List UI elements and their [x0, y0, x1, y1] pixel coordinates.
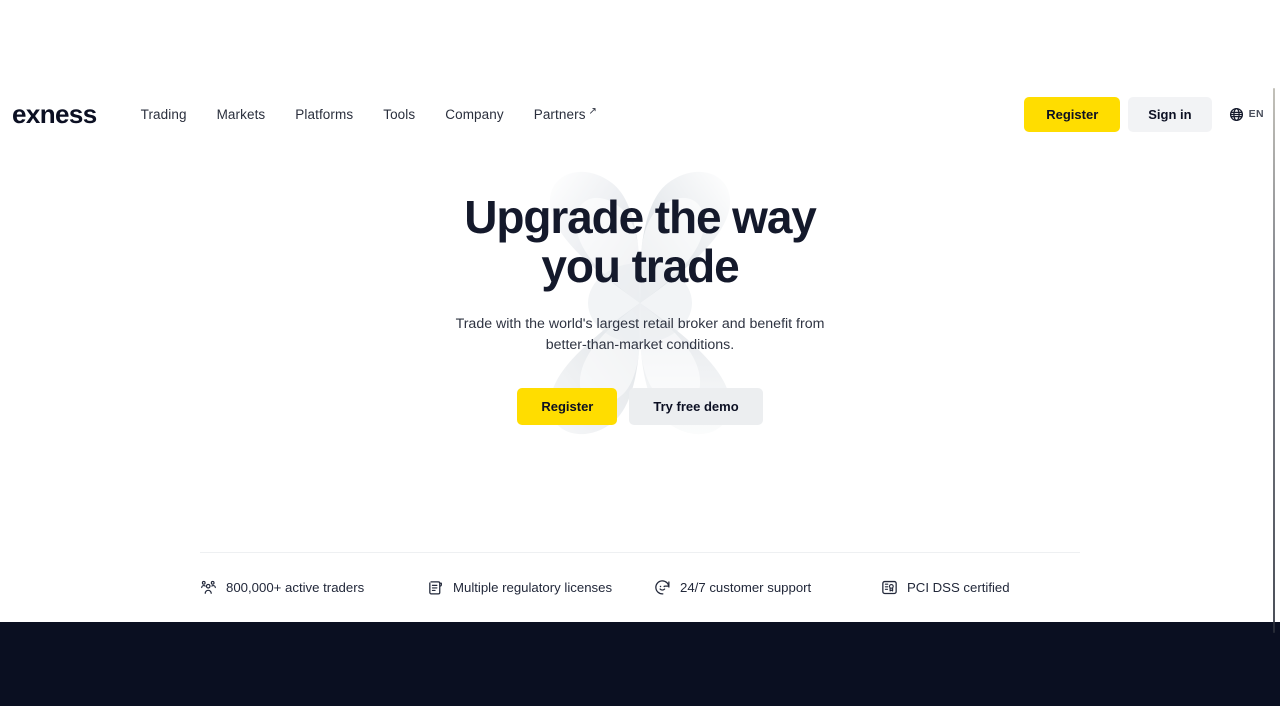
nav-item-partners[interactable]: Partners ↗ [533, 105, 598, 122]
hero-register-button[interactable]: Register [517, 387, 618, 425]
feature-label: 800,000+ active traders [226, 580, 365, 595]
nav-label: Tools [383, 106, 416, 122]
exness-logo[interactable]: exness [12, 101, 97, 127]
hero-cta-group: Register Try free demo [0, 387, 1280, 425]
pci-certificate-icon [882, 580, 897, 595]
site-header: exness Trading Markets Platforms Tools C… [0, 85, 1280, 143]
hero-try-free-demo-button[interactable]: Try free demo [629, 387, 763, 425]
feature-label: Multiple regulatory licenses [453, 580, 613, 595]
nav-label: Company [445, 106, 504, 122]
nav-item-platforms[interactable]: Platforms [295, 107, 353, 122]
dark-section-band [0, 622, 1280, 706]
language-selector[interactable]: EN [1229, 107, 1264, 122]
feature-active-traders: 800,000+ active traders [200, 579, 427, 596]
feature-customer-support: 24/7 customer support [654, 579, 881, 596]
globe-icon [1229, 107, 1243, 121]
trust-features-section: 800,000+ active traders Multiple regulat… [0, 552, 1280, 622]
support-smiley-clock-icon [655, 580, 670, 595]
nav-item-trading[interactable]: Trading [141, 107, 187, 122]
nav-label: Platforms [295, 106, 354, 122]
page-scrollbar-thumb[interactable] [1273, 88, 1275, 633]
feature-label: PCI DSS certified [907, 580, 1010, 595]
hero-title: Upgrade the way you trade [360, 191, 920, 293]
header-register-button[interactable]: Register [1024, 96, 1121, 132]
features-list: 800,000+ active traders Multiple regulat… [200, 553, 1080, 622]
primary-nav: Trading Markets Platforms Tools Company … [141, 105, 598, 122]
hero-subtitle: Trade with the world's largest retail br… [455, 316, 825, 353]
external-link-arrow-icon: ↗ [588, 105, 598, 117]
feature-regulatory-licenses: Multiple regulatory licenses [427, 579, 654, 596]
nav-item-tools[interactable]: Tools [383, 107, 415, 122]
nav-label: Trading [140, 106, 187, 122]
hero-content: Upgrade the way you trade Trade with the… [0, 143, 1280, 425]
people-group-icon [201, 580, 216, 594]
nav-item-company[interactable]: Company [445, 107, 503, 122]
hero-section: Upgrade the way you trade Trade with the… [0, 143, 1280, 552]
language-code: EN [1248, 108, 1264, 120]
header-actions: Register Sign in EN [1024, 85, 1264, 143]
top-spacer [0, 0, 1280, 85]
feature-label: 24/7 customer support [680, 580, 812, 595]
feature-pci-dss: PCI DSS certified [881, 579, 1108, 596]
license-scroll-icon [429, 581, 442, 595]
header-signin-button[interactable]: Sign in [1128, 96, 1212, 132]
hero-title-line-2: you trade [541, 240, 739, 293]
hero-title-line-1: Upgrade the way [464, 191, 817, 243]
nav-label: Partners [533, 106, 586, 122]
nav-item-markets[interactable]: Markets [217, 107, 266, 122]
page-root: exness Trading Markets Platforms Tools C… [0, 0, 1280, 720]
nav-label: Markets [216, 106, 266, 122]
